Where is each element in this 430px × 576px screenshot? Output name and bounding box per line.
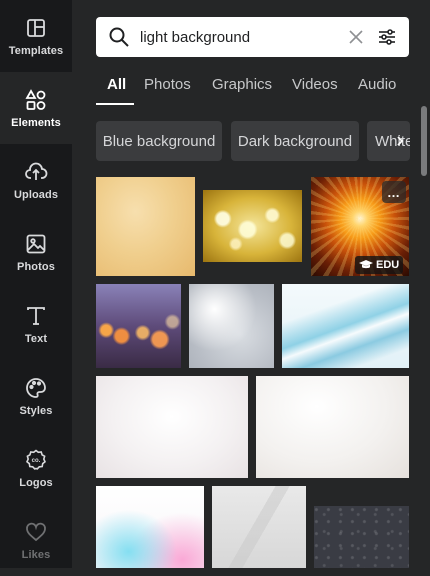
result-image-3[interactable]: … EDU	[311, 177, 409, 276]
sidebar-item-label: Text	[24, 332, 48, 345]
chip-blue-background[interactable]: Blue background	[96, 121, 222, 161]
result-image-4[interactable]	[96, 284, 181, 368]
sidebar-item-logos[interactable]: co. Logos	[0, 432, 72, 504]
sidebar-item-label: Logos	[19, 476, 53, 489]
active-tab-indicator	[96, 103, 134, 105]
result-image-2[interactable]	[203, 190, 302, 262]
uploads-icon	[24, 160, 48, 184]
search-bar	[96, 17, 409, 57]
result-image-6[interactable]	[282, 284, 409, 368]
filter-icon[interactable]	[377, 27, 397, 47]
logos-icon: co.	[24, 448, 48, 472]
sidebar-item-label: Templates	[8, 44, 64, 57]
clear-icon[interactable]	[346, 27, 366, 47]
search-input[interactable]	[140, 25, 330, 49]
templates-icon	[24, 16, 48, 40]
sidebar-item-likes[interactable]: Likes	[0, 504, 72, 576]
more-options-button[interactable]: …	[382, 181, 406, 203]
sidebar-item-text[interactable]: Text	[0, 288, 72, 360]
tab-audio[interactable]: Audio	[358, 76, 396, 93]
photos-icon	[24, 232, 48, 256]
result-image-11[interactable]	[314, 506, 409, 568]
chip-dark-background[interactable]: Dark background	[231, 121, 359, 161]
sidebar-item-elements[interactable]: Elements	[0, 72, 72, 144]
edu-badge: EDU	[355, 256, 404, 274]
result-image-1[interactable]	[96, 177, 195, 276]
sidebar-item-label: Uploads	[13, 188, 59, 201]
sidebar-item-label: Photos	[17, 260, 55, 273]
search-icon[interactable]	[108, 26, 130, 48]
sidebar-item-label: Styles	[19, 404, 53, 417]
result-image-7[interactable]	[96, 376, 248, 478]
content-type-tabs: All Photos Graphics Videos Audio	[96, 66, 430, 106]
text-icon	[24, 304, 48, 328]
edu-badge-label: EDU	[376, 259, 400, 271]
tab-graphics[interactable]: Graphics	[212, 76, 272, 93]
tab-photos[interactable]: Photos	[144, 76, 191, 93]
styles-icon	[24, 376, 48, 400]
result-image-5[interactable]	[189, 284, 274, 368]
result-image-10[interactable]	[212, 486, 306, 568]
heart-icon	[24, 520, 48, 544]
sidebar-item-label: Likes	[21, 548, 51, 561]
tab-all[interactable]: All	[107, 76, 126, 93]
sidebar-item-uploads[interactable]: Uploads	[0, 144, 72, 216]
graduation-cap-icon	[359, 260, 373, 269]
svg-text:co.: co.	[32, 458, 41, 464]
result-image-9[interactable]	[96, 486, 204, 568]
side-navigation: Templates Elements Uploads Photos Text S…	[0, 0, 72, 568]
sidebar-item-photos[interactable]: Photos	[0, 216, 72, 288]
sidebar-item-label: Elements	[11, 116, 61, 129]
chevron-right-icon[interactable]	[390, 121, 410, 161]
elements-icon	[24, 88, 48, 112]
result-image-8[interactable]	[256, 376, 409, 478]
results-scrollbar[interactable]	[421, 106, 427, 176]
tab-videos[interactable]: Videos	[292, 76, 338, 93]
sidebar-item-templates[interactable]: Templates	[0, 0, 72, 72]
sidebar-item-styles[interactable]: Styles	[0, 360, 72, 432]
